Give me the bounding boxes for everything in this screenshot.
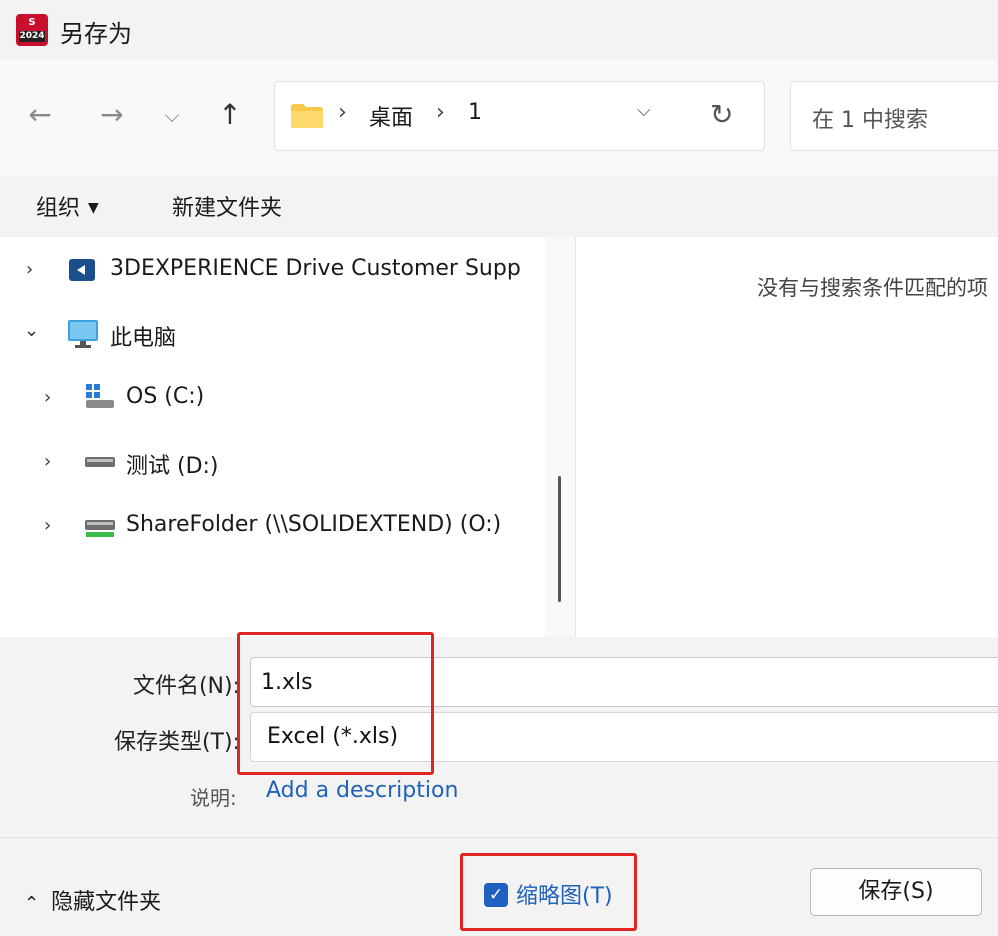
add-description-link[interactable]: Add a description	[266, 778, 458, 803]
refresh-icon[interactable]: ↻	[710, 98, 733, 131]
organize-button[interactable]: 组织 ▼	[36, 190, 99, 222]
up-button[interactable]: ↑	[210, 95, 250, 135]
chevron-right-icon[interactable]: ›	[44, 387, 51, 408]
save-button[interactable]: 保存(S)	[810, 868, 982, 916]
chevron-right-icon[interactable]: ›	[26, 259, 33, 280]
scrollbar-thumb[interactable]	[558, 476, 561, 602]
organize-label: 组织	[36, 196, 81, 221]
chevron-right-icon[interactable]: ›	[44, 515, 51, 536]
tree-item-3dexperience[interactable]: 3DEXPERIENCE Drive Customer Supp	[110, 256, 521, 281]
forward-button[interactable]: →	[92, 95, 132, 135]
window-title: 另存为	[60, 20, 132, 48]
app-logo-mark: S	[28, 17, 36, 28]
drive-icon	[85, 457, 115, 467]
navigation-pane	[0, 237, 575, 637]
command-bar	[0, 175, 998, 237]
app-icon-year: 2024	[19, 31, 45, 42]
hide-folders-label: 隐藏文件夹	[51, 890, 162, 915]
recent-locations-button[interactable]: ⌵	[152, 95, 192, 135]
empty-results-message: 没有与搜索条件匹配的项	[757, 276, 988, 300]
cloud-drive-icon	[69, 259, 95, 281]
app-icon: S 2024	[16, 14, 48, 46]
description-label: 说明:	[190, 786, 237, 810]
breadcrumb-desktop[interactable]: 桌面	[369, 100, 413, 132]
highlight-box-fields	[237, 632, 434, 775]
tree-item-sharefolder-o[interactable]: ShareFolder (\\SOLIDEXTEND) (O:)	[126, 512, 501, 537]
chevron-up-icon: ⌃	[24, 893, 40, 914]
caret-down-icon: ▼	[88, 200, 99, 216]
breadcrumb-separator[interactable]: ›	[436, 100, 445, 125]
new-folder-button[interactable]: 新建文件夹	[172, 190, 282, 222]
computer-icon	[68, 320, 98, 348]
tree-item-this-pc[interactable]: 此电脑	[110, 320, 176, 352]
chevron-down-icon[interactable]: ⌄	[24, 320, 39, 341]
search-placeholder[interactable]: 在 1 中搜索	[812, 102, 928, 134]
back-button[interactable]: ←	[20, 95, 60, 135]
system-drive-icon	[86, 384, 114, 408]
chevron-down-icon[interactable]: ⌵	[637, 100, 651, 121]
breadcrumb-folder-1[interactable]: 1	[468, 100, 482, 125]
tree-item-os-c[interactable]: OS (C:)	[126, 384, 204, 409]
folder-icon	[291, 104, 323, 128]
chevron-right-icon[interactable]: ›	[44, 451, 51, 472]
filename-label: 文件名(N):	[132, 674, 240, 699]
filetype-label: 保存类型(T):	[113, 730, 240, 755]
breadcrumb-separator: ›	[338, 100, 347, 125]
network-drive-icon	[85, 520, 115, 537]
hide-folders-button[interactable]: ⌃ 隐藏文件夹	[24, 884, 161, 916]
address-bar[interactable]	[274, 81, 765, 151]
highlight-box-thumbnail	[460, 853, 637, 931]
title-bar	[0, 0, 998, 60]
tree-item-test-d[interactable]: 测试 (D:)	[126, 448, 219, 480]
